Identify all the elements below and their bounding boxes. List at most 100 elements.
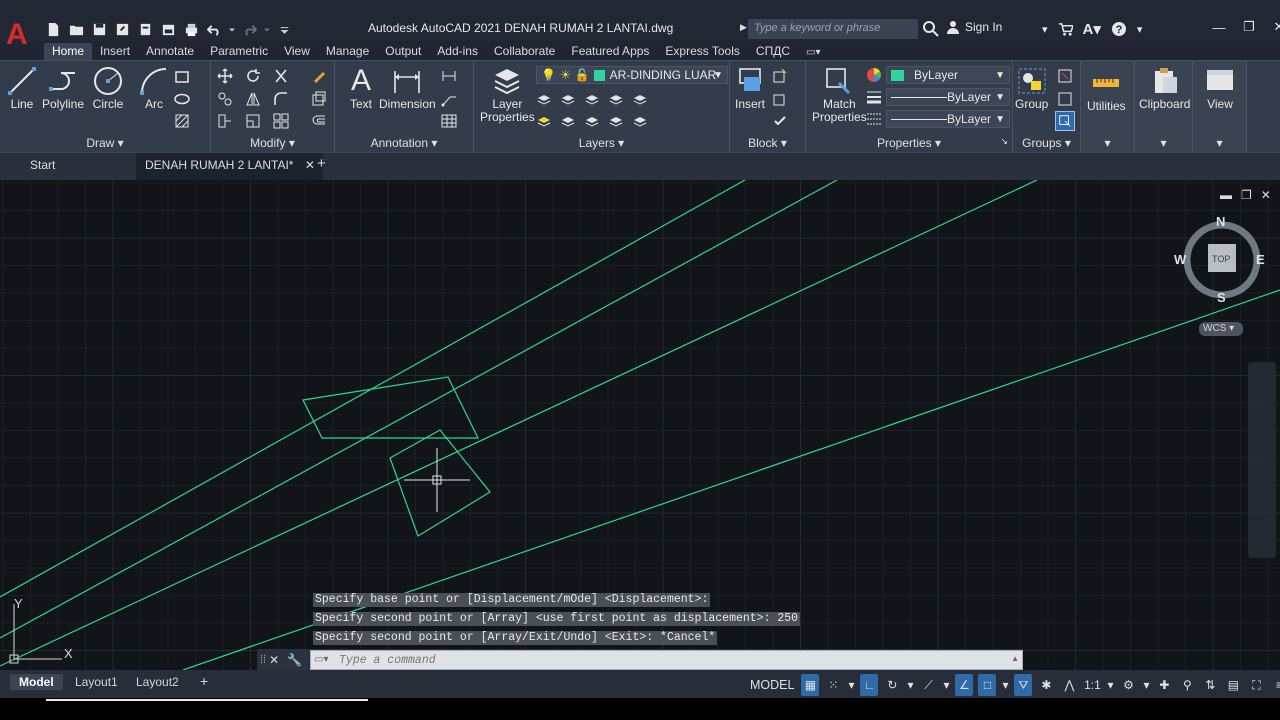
tab-output[interactable]: Output [377,43,429,60]
group-edit-icon[interactable] [1057,91,1073,107]
undo-icon[interactable] [205,20,224,39]
fillet-icon[interactable] [273,91,289,107]
save-icon[interactable] [90,20,109,39]
erase-icon[interactable] [311,68,327,84]
viewport-minimize-icon[interactable]: ▬ [1220,188,1232,202]
scale-icon[interactable] [245,113,261,129]
sign-in-dropdown-icon[interactable]: ▾ [1042,23,1048,36]
layout2-tab[interactable]: Layout2 [127,674,188,690]
object-snap-tracking-icon[interactable]: ∠ [955,674,974,696]
object-snap-icon[interactable]: □ [978,674,997,696]
search-expand-icon[interactable]: ▶ [740,22,747,33]
polyline-button[interactable]: Polyline [42,65,84,111]
redo-dropdown-icon[interactable] [263,20,271,39]
mirror-icon[interactable] [245,91,261,107]
command-history-toggle-icon[interactable]: ▲ [1011,654,1019,663]
tab-annotate[interactable]: Annotate [138,43,202,60]
ortho-icon[interactable]: ∟ [860,674,879,696]
new-file-icon[interactable] [44,20,63,39]
rotate-icon[interactable] [245,68,261,84]
layer-tool-2-icon[interactable] [560,91,576,107]
color-wheel-icon[interactable] [866,67,882,83]
text-button[interactable]: A Text [345,64,377,111]
annotation-panel-title[interactable]: Annotation ▾ [335,136,473,150]
help-icon[interactable]: ? [1111,21,1127,37]
layer-tool-5-icon[interactable] [632,91,648,107]
layer-tool-8-icon[interactable] [584,113,600,129]
annotation-scale-icon[interactable]: ⋀ [1060,674,1078,696]
copy-icon[interactable] [217,91,233,107]
utilities-dropdown-icon[interactable]: ▾ [1081,136,1134,150]
autodesk-a360-icon[interactable]: A▾ [1083,20,1101,38]
layer-properties-button[interactable]: Layer Properties [480,65,535,124]
edit-block-icon[interactable] [772,91,788,107]
compass-east[interactable]: E [1256,252,1265,267]
add-layout-icon[interactable]: + [191,672,217,690]
search-input[interactable]: Type a keyword or phrase [748,19,918,39]
tab-spds[interactable]: СПДС [748,43,798,60]
wcs-menu[interactable]: WCS ▾ [1199,322,1243,336]
stretch-icon[interactable] [217,113,233,129]
draw-panel-title[interactable]: Draw ▾ [0,136,210,150]
plot-icon[interactable] [182,20,201,39]
viewcube-top-face[interactable]: TOP [1212,254,1230,264]
block-panel-title[interactable]: Block ▾ [730,136,805,150]
create-block-icon[interactable] [772,68,788,84]
clean-screen-icon[interactable]: ⛶ [1247,674,1265,696]
start-tab[interactable]: Start [30,158,55,172]
layer-tool-4-icon[interactable] [608,91,624,107]
layer-tool-3-icon[interactable] [584,91,600,107]
compass-south[interactable]: S [1217,290,1226,305]
modify-panel-title[interactable]: Modify ▾ [211,136,334,150]
customize-qat-icon[interactable] [275,20,294,39]
tab-add-ins[interactable]: Add-ins [429,43,486,60]
viewport-close-icon[interactable]: ✕ [1261,188,1271,202]
restore-icon[interactable]: ❐ [1242,19,1256,34]
layer-tool-7-icon[interactable] [560,113,576,129]
layer-tool-1-icon[interactable] [536,91,552,107]
utilities-button[interactable]: Utilities [1087,67,1126,113]
annotation-visibility-icon[interactable]: ⛛ [1014,674,1033,696]
sign-in-button[interactable]: Sign In [946,20,1002,34]
polar-dropdown-icon[interactable]: ▾ [906,674,914,696]
group-button[interactable]: Group [1015,65,1048,111]
view-button[interactable]: View [1204,65,1236,111]
navigation-bar[interactable] [1248,362,1276,558]
drawing-area[interactable]: Y X ▬ ❐ ✕ N S E W TOP WCS ▾ Specify base… [0,180,1280,670]
tab-home[interactable]: Home [44,43,93,60]
close-icon[interactable]: ✕ [1272,19,1280,34]
layer-tool-6-icon[interactable] [536,113,552,129]
snap-icon[interactable]: ⁙ [824,674,842,696]
compass-west[interactable]: W [1174,252,1186,267]
layer-tool-10-icon[interactable] [632,113,648,129]
object-snap-dropdown-icon[interactable]: ▾ [1001,674,1009,696]
cart-icon[interactable] [1058,22,1073,37]
viewcube[interactable]: N S E W TOP [1174,214,1265,305]
explode-icon[interactable] [311,91,327,107]
ellipse-icon[interactable] [174,91,190,107]
utilities-panel[interactable]: Utilities ▾ [1081,61,1135,153]
open-folder-icon[interactable] [67,20,86,39]
properties-launcher-icon[interactable]: ↘ [1000,136,1008,147]
move-icon[interactable] [217,68,233,84]
command-customize-icon[interactable]: 🔧 [287,653,302,667]
customization-menu-icon[interactable]: ≡ [1270,674,1280,696]
redo-icon[interactable] [240,20,259,39]
tab-view[interactable]: View [276,43,318,60]
tab-insert[interactable]: Insert [92,43,138,60]
close-tab-icon[interactable]: ✕ [305,158,315,172]
table-icon[interactable] [441,113,457,129]
tab-express-tools[interactable]: Express Tools [657,43,747,60]
view-dropdown-icon[interactable]: ▾ [1193,136,1246,150]
workspace-gear-icon[interactable]: ⚙ [1119,674,1137,696]
insert-button[interactable]: Insert [734,65,766,111]
clipboard-button[interactable]: Clipboard [1139,65,1190,111]
viewport-restore-icon[interactable]: ❐ [1241,188,1252,202]
active-drawing-tab[interactable]: DENAH RUMAH 2 LANTAI* ✕ [136,153,323,181]
polar-tracking-icon[interactable]: ↻ [883,674,901,696]
properties-panel-title[interactable]: Properties ▾ ↘ [806,136,1012,150]
snap-dropdown-icon[interactable]: ▾ [847,674,855,696]
command-recent-icon[interactable]: ▭▾ [314,654,328,665]
trim-icon[interactable] [273,68,289,84]
open-web-icon[interactable] [136,20,155,39]
